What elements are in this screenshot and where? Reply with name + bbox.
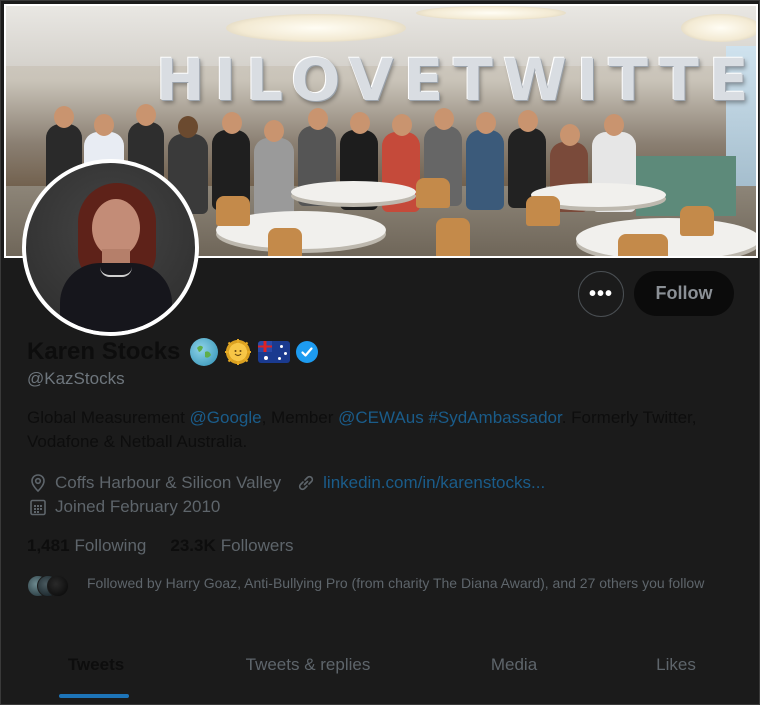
link-icon: [295, 472, 317, 494]
banner-chair: [416, 178, 450, 208]
banner-chair: [680, 206, 714, 236]
bio-text: Global Measurement: [27, 408, 190, 427]
website-item[interactable]: linkedin.com/in/karenstocks...: [295, 472, 545, 494]
active-tab-indicator: [59, 694, 129, 698]
banner-lamp: [416, 6, 566, 20]
follower-avatar: [47, 575, 69, 597]
profile-avatar[interactable]: [22, 159, 199, 336]
banner-chair: [526, 196, 560, 226]
followers-label[interactable]: Followers: [221, 536, 294, 556]
profile-tabs: Tweets Tweets & replies Media Likes: [1, 641, 760, 701]
tab-tweets[interactable]: Tweets: [1, 641, 191, 701]
banner-chair: [268, 228, 302, 256]
more-dots-icon: •••: [588, 282, 613, 305]
bio-text: , Member: [261, 408, 339, 427]
banner-chair: [618, 234, 668, 256]
location-text: Coffs Harbour & Silicon Valley: [55, 473, 282, 492]
location-pin-icon: [27, 472, 49, 494]
joined-text: Joined February 2010: [55, 497, 221, 516]
banner-lamp: [226, 14, 406, 42]
banner-chair: [436, 218, 470, 256]
profile-meta-row: Coffs Harbour & Silicon Valley linkedin.…: [27, 471, 559, 495]
profile-joined-row: Joined February 2010: [27, 495, 234, 519]
follow-stats: 1,481 Following 23.3K Followers: [27, 534, 317, 558]
display-name: Karen Stocks: [27, 338, 181, 365]
banner-chair: [216, 196, 250, 226]
following-count[interactable]: 1,481: [27, 536, 70, 556]
profile-name-row: Karen Stocks: [27, 335, 319, 369]
hashtag-link-sydambassador[interactable]: #SydAmbassador: [428, 408, 561, 427]
followed-by-section[interactable]: Followed by Harry Goaz, Anti-Bullying Pr…: [27, 571, 747, 615]
verified-badge-icon: [296, 341, 319, 363]
tab-tweets-and-replies[interactable]: Tweets & replies: [213, 641, 403, 701]
banner-lamp: [681, 14, 756, 42]
mention-link-cewaus[interactable]: @CEWAus: [338, 408, 424, 427]
website-link[interactable]: linkedin.com/in/karenstocks...: [323, 473, 545, 493]
followed-by-avatars: [27, 575, 75, 599]
sun-emoji-icon: [224, 338, 253, 366]
banner-table: [291, 181, 416, 203]
location-item: Coffs Harbour & Silicon Valley: [27, 472, 281, 494]
followers-count[interactable]: 23.3K: [170, 536, 215, 556]
globe-emoji-icon: [190, 338, 219, 366]
profile-page: HILOVETWITTER ••• Follow Karen Stocks @K…: [0, 0, 760, 705]
more-options-button[interactable]: •••: [578, 271, 624, 317]
joined-item: Joined February 2010: [27, 496, 220, 518]
tab-likes[interactable]: Likes: [581, 641, 760, 701]
followed-by-text: Followed by Harry Goaz, Anti-Bullying Pr…: [87, 575, 705, 591]
mention-link-google[interactable]: @Google: [190, 408, 262, 427]
profile-bio: Global Measurement @Google, Member @CEWA…: [27, 406, 727, 454]
calendar-icon: [27, 496, 49, 518]
following-label[interactable]: Following: [75, 536, 147, 556]
follow-button[interactable]: Follow: [634, 271, 734, 316]
australia-flag-icon: [258, 341, 291, 363]
profile-handle: @KazStocks: [27, 369, 125, 388]
